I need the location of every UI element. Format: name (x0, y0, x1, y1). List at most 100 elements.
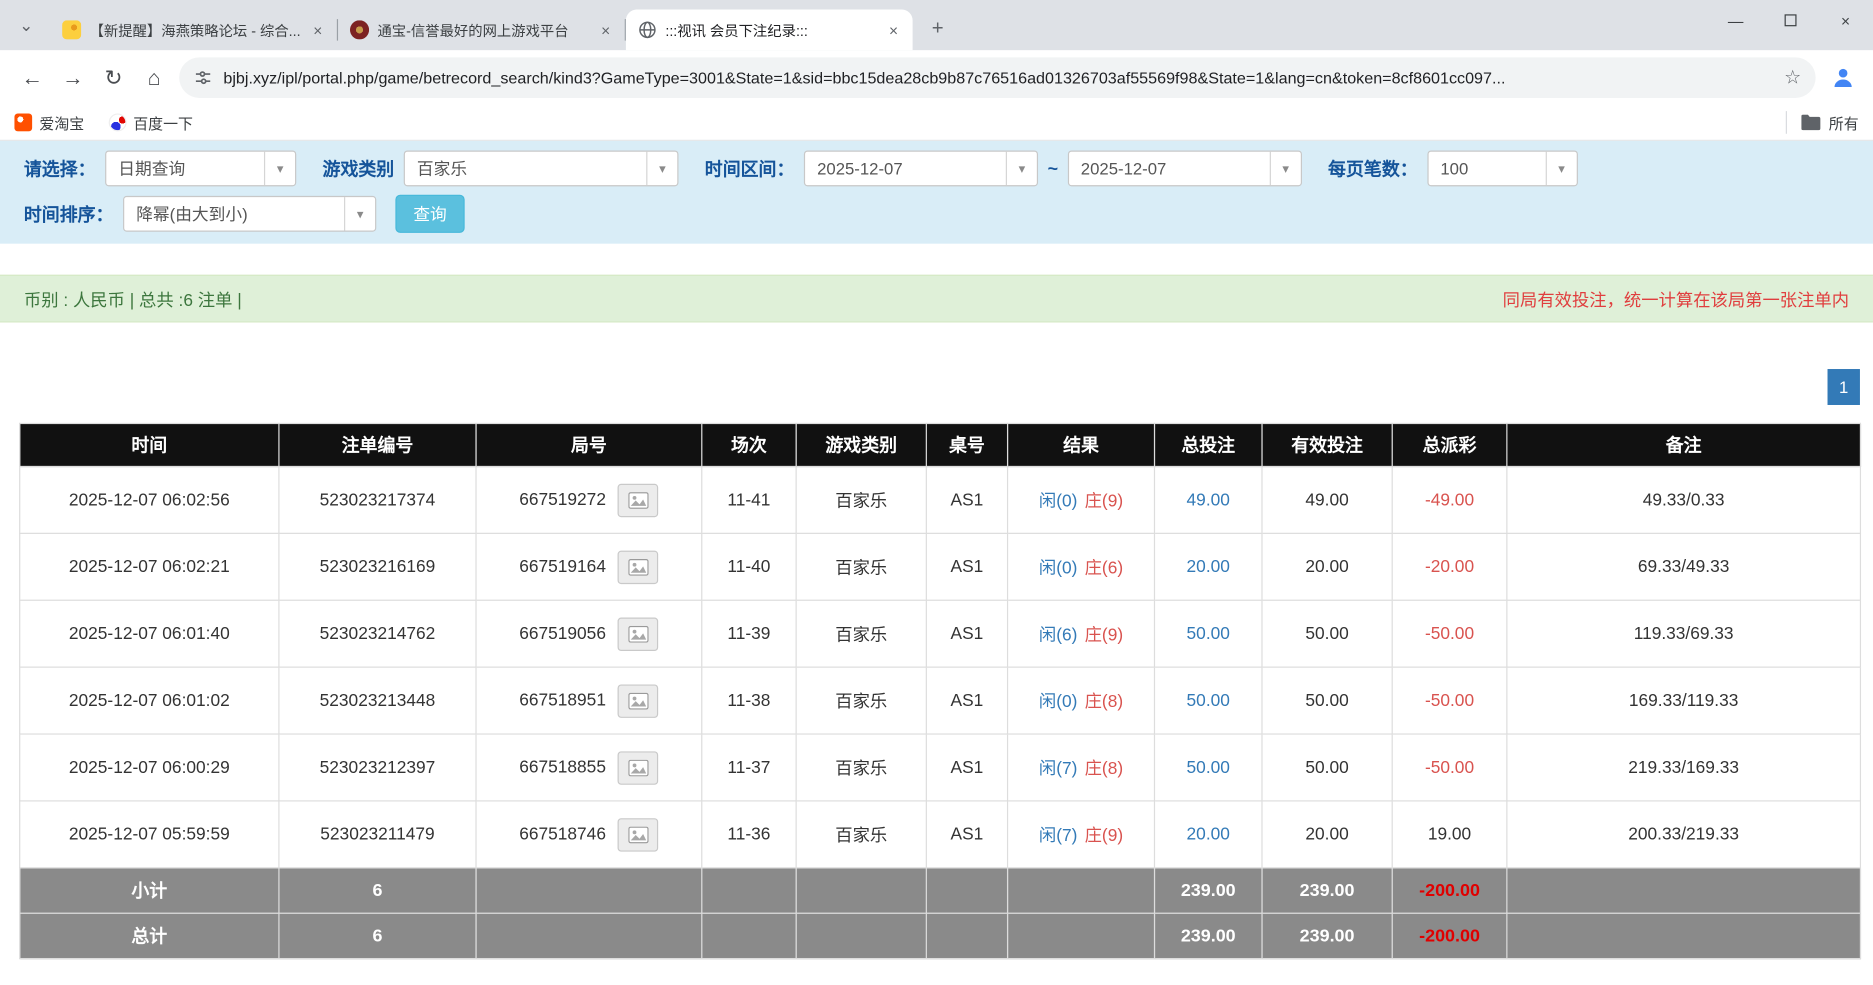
cell-total-bet[interactable]: 49.00 (1154, 466, 1262, 533)
sort-order-value: 降幂(由大到小) (124, 197, 344, 230)
page-1-button[interactable]: 1 (1828, 369, 1860, 405)
query-type-label: 请选择： (24, 156, 96, 181)
cell-total-bet[interactable]: 50.00 (1154, 600, 1262, 667)
cell-total-bet[interactable]: 50.00 (1154, 667, 1262, 734)
page-size-select[interactable]: 100 ▾ (1427, 151, 1578, 187)
tab-title: 【新提醒】海燕策略论坛 - 综合... (90, 20, 300, 40)
tab-1[interactable]: 【新提醒】海燕策略论坛 - 综合... × (50, 10, 337, 51)
subtotal-payout: -200.00 (1392, 868, 1507, 913)
round-detail-icon[interactable] (618, 550, 659, 583)
empty-cell (926, 913, 1007, 958)
tab-search-icon[interactable]: ⌄ (12, 11, 41, 40)
cell-table: AS1 (926, 466, 1007, 533)
column-header-note: 备注 (1507, 423, 1861, 466)
cell-total-bet[interactable]: 20.00 (1154, 533, 1262, 600)
tab-title: :::视讯 会员下注纪录::: (665, 20, 875, 40)
result-banker: 庄(6) (1085, 559, 1124, 578)
tab-3-active[interactable]: :::视讯 会员下注纪录::: × (626, 10, 913, 51)
bookmark-baidu[interactable]: 百度一下 (108, 111, 193, 134)
empty-cell (702, 868, 796, 913)
tab-close-icon[interactable]: × (596, 20, 615, 39)
round-detail-icon[interactable] (618, 751, 659, 784)
table-row: 2025-12-07 06:00:29 523023212397 6675188… (20, 734, 1861, 801)
round-detail-icon[interactable] (618, 818, 659, 851)
home-button[interactable]: ⌂ (134, 57, 175, 98)
tab-close-icon[interactable]: × (884, 20, 903, 39)
column-header-game: 游戏类别 (796, 423, 926, 466)
cell-table: AS1 (926, 600, 1007, 667)
tab-strip: ⌄ 【新提醒】海燕策略论坛 - 综合... × 通宝-信誉最好的网上游戏平台 ×… (0, 0, 1873, 50)
search-button[interactable]: 查询 (395, 195, 464, 233)
date-from-select[interactable]: 2025-12-07 ▾ (804, 151, 1038, 187)
cell-note: 169.33/119.33 (1507, 667, 1861, 734)
chevron-down-icon[interactable]: ▾ (344, 197, 375, 230)
bookmark-star-icon[interactable]: ☆ (1784, 66, 1801, 90)
pagination: 1 (0, 369, 1860, 405)
round-detail-icon[interactable] (618, 617, 659, 650)
cell-time: 2025-12-07 06:00:29 (20, 734, 279, 801)
total-label: 总计 (20, 913, 279, 958)
column-header-result: 结果 (1008, 423, 1155, 466)
empty-cell (476, 913, 702, 958)
total-row: 总计 6 239.00 239.00 -200.00 (20, 913, 1861, 958)
cell-total-bet[interactable]: 20.00 (1154, 801, 1262, 868)
cell-session: 11-38 (702, 667, 796, 734)
cell-game: 百家乐 (796, 533, 926, 600)
maximize-button[interactable] (1763, 0, 1818, 41)
cell-payout: -50.00 (1392, 667, 1507, 734)
site-info-icon[interactable] (194, 68, 213, 87)
refresh-button[interactable]: ↻ (93, 57, 134, 98)
result-banker: 庄(9) (1085, 626, 1124, 645)
profile-icon[interactable] (1825, 60, 1861, 96)
query-type-select[interactable]: 日期查询 ▾ (105, 151, 296, 187)
cell-valid-bet: 50.00 (1262, 667, 1392, 734)
cell-table: AS1 (926, 533, 1007, 600)
cell-total-bet[interactable]: 50.00 (1154, 734, 1262, 801)
result-banker: 庄(9) (1085, 492, 1124, 511)
sort-order-select[interactable]: 降幂(由大到小) ▾ (123, 196, 376, 232)
round-detail-icon[interactable] (618, 684, 659, 717)
cell-time: 2025-12-07 05:59:59 (20, 801, 279, 868)
bet-record-table: 时间 注单编号 局号 场次 游戏类别 桌号 结果 总投注 有效投注 总派彩 备注… (19, 423, 1861, 959)
round-detail-icon[interactable] (618, 483, 659, 516)
new-tab-button[interactable]: + (922, 13, 953, 44)
date-to-select[interactable]: 2025-12-07 ▾ (1068, 151, 1302, 187)
filter-row-2: 时间排序： 降幂(由大到小) ▾ 查询 (24, 194, 1854, 235)
cell-payout: 19.00 (1392, 801, 1507, 868)
cell-payout: -50.00 (1392, 734, 1507, 801)
chevron-down-icon[interactable]: ▾ (646, 152, 677, 185)
bookmarks-bar: 爱淘宝 百度一下 所有 (0, 105, 1873, 141)
page-size-label: 每页笔数： (1328, 156, 1418, 181)
close-window-button[interactable]: × (1818, 0, 1873, 41)
url-text[interactable]: bjbj.xyz/ipl/portal.php/game/betrecord_s… (223, 69, 1773, 87)
address-bar[interactable]: bjbj.xyz/ipl/portal.php/game/betrecord_s… (179, 57, 1815, 98)
cell-time: 2025-12-07 06:02:21 (20, 533, 279, 600)
cell-valid-bet: 50.00 (1262, 734, 1392, 801)
bookmark-label: 爱淘宝 (39, 111, 84, 134)
maximize-icon (1785, 14, 1797, 26)
chevron-down-icon[interactable]: ▾ (1270, 152, 1301, 185)
cell-table: AS1 (926, 734, 1007, 801)
cell-game: 百家乐 (796, 734, 926, 801)
minimize-button[interactable]: — (1708, 0, 1763, 41)
tab-2[interactable]: 通宝-信誉最好的网上游戏平台 × (338, 10, 625, 51)
cell-note: 49.33/0.33 (1507, 466, 1861, 533)
bookmark-aitaobao[interactable]: 爱淘宝 (14, 111, 84, 134)
empty-cell (1507, 868, 1861, 913)
cell-game: 百家乐 (796, 600, 926, 667)
tab-close-icon[interactable]: × (308, 20, 327, 39)
chevron-down-icon[interactable]: ▾ (1006, 152, 1037, 185)
chevron-down-icon[interactable]: ▾ (1545, 152, 1576, 185)
cell-bet-id: 523023213448 (279, 667, 476, 734)
back-button[interactable]: ← (12, 57, 53, 98)
cell-result: 闲(0)庄(6) (1008, 533, 1155, 600)
cell-valid-bet: 49.00 (1262, 466, 1392, 533)
cell-session: 11-39 (702, 600, 796, 667)
game-type-select[interactable]: 百家乐 ▾ (404, 151, 679, 187)
empty-cell (476, 868, 702, 913)
forward-button[interactable]: → (53, 57, 94, 98)
round-number: 667519272 (519, 490, 606, 509)
table-row: 2025-12-07 06:02:56 523023217374 6675192… (20, 466, 1861, 533)
chevron-down-icon[interactable]: ▾ (264, 152, 295, 185)
all-bookmarks-button[interactable]: 所有 (1786, 111, 1859, 134)
